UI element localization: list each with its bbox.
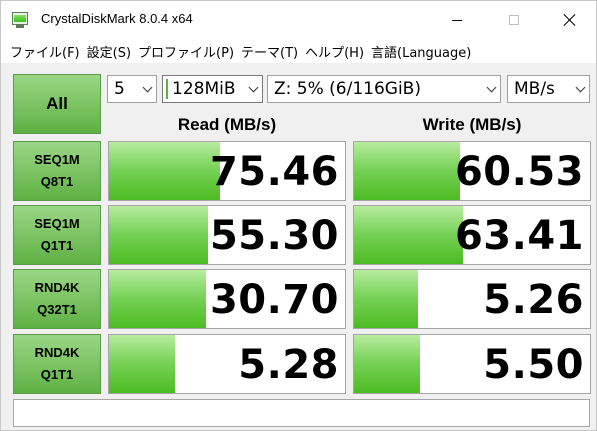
app-window: CrystalDiskMark 8.0.4 x64 ファイル(F) 設定(S) … <box>0 0 597 431</box>
maximize-button[interactable] <box>491 1 537 39</box>
title-bar[interactable]: CrystalDiskMark 8.0.4 x64 <box>1 1 596 39</box>
write-result-bar <box>354 270 418 328</box>
write-result-cell: 5.26 <box>353 269 591 329</box>
unit-value: MB/s <box>514 79 555 99</box>
test-params: Q8T1 <box>40 174 74 189</box>
read-result-bar <box>109 206 209 264</box>
test-name: RND4K <box>34 345 80 360</box>
test-name: SEQ1M <box>34 216 80 231</box>
menu-language[interactable]: 言語(Language) <box>368 42 475 61</box>
write-result-value: 60.53 <box>454 149 584 195</box>
window-title: CrystalDiskMark 8.0.4 x64 <box>41 11 193 26</box>
chevron-down-icon <box>571 76 589 102</box>
read-result-bar <box>109 335 176 393</box>
menu-profile[interactable]: プロファイル(P) <box>135 42 238 61</box>
test-name: RND4K <box>34 280 80 295</box>
test-size-value: 128MiB <box>172 79 236 99</box>
write-result-cell: 63.41 <box>353 205 591 265</box>
drive-select[interactable]: Z: 5% (6/116GiB) <box>267 75 501 103</box>
minimize-button[interactable] <box>434 1 480 39</box>
read-result-bar <box>109 142 220 200</box>
write-result-bar <box>354 206 463 264</box>
write-result-bar <box>354 142 461 200</box>
rnd4k-q1t1-button[interactable]: RND4K Q1T1 <box>13 334 101 394</box>
menu-bar: ファイル(F) 設定(S) プロファイル(P) テーマ(T) ヘルプ(H) 言語… <box>1 39 596 63</box>
read-result-cell: 55.30 <box>108 205 346 265</box>
write-result-value: 63.41 <box>454 213 584 259</box>
read-result-value: 75.46 <box>209 149 339 195</box>
test-params: Q1T1 <box>40 367 74 382</box>
unit-select[interactable]: MB/s <box>507 75 590 103</box>
comment-field[interactable] <box>13 399 590 427</box>
drive-value: Z: 5% (6/116GiB) <box>274 79 421 99</box>
test-name: SEQ1M <box>34 152 80 167</box>
read-result-cell: 5.28 <box>108 334 346 394</box>
read-result-cell: 75.46 <box>108 141 346 201</box>
close-button[interactable] <box>547 1 593 39</box>
run-all-button[interactable]: All <box>13 74 101 134</box>
menu-help[interactable]: ヘルプ(H) <box>302 42 368 61</box>
write-result-value: 5.50 <box>483 342 584 388</box>
menu-theme[interactable]: テーマ(T) <box>238 42 302 61</box>
read-result-value: 55.30 <box>209 213 339 259</box>
write-result-cell: 60.53 <box>353 141 591 201</box>
read-result-value: 30.70 <box>209 277 339 323</box>
menu-file[interactable]: ファイル(F) <box>7 42 84 61</box>
chevron-down-icon <box>244 76 262 102</box>
seq1m-q1t1-button[interactable]: SEQ1M Q1T1 <box>13 205 101 265</box>
test-count-select[interactable]: 5 <box>107 75 157 103</box>
read-result-value: 5.28 <box>238 342 339 388</box>
minimize-icon <box>452 19 462 21</box>
test-size-select[interactable]: 128MiB <box>162 75 263 103</box>
chevron-down-icon <box>482 76 500 102</box>
seq1m-q8t1-button[interactable]: SEQ1M Q8T1 <box>13 141 101 201</box>
write-result-value: 5.26 <box>483 277 584 323</box>
chevron-down-icon <box>138 76 156 102</box>
rnd4k-q32t1-button[interactable]: RND4K Q32T1 <box>13 269 101 329</box>
app-disk-icon <box>12 12 28 28</box>
test-params: Q32T1 <box>37 302 77 317</box>
menu-settings[interactable]: 設定(S) <box>84 42 135 61</box>
test-count-value: 5 <box>114 79 125 99</box>
read-column-header: Read (MB/s) <box>177 115 277 134</box>
close-icon <box>564 14 576 26</box>
write-column-header: Write (MB/s) <box>422 115 522 134</box>
test-params: Q1T1 <box>40 238 74 253</box>
write-result-cell: 5.50 <box>353 334 591 394</box>
read-result-cell: 30.70 <box>108 269 346 329</box>
maximize-icon <box>509 15 519 25</box>
write-result-bar <box>354 335 421 393</box>
read-result-bar <box>109 270 206 328</box>
